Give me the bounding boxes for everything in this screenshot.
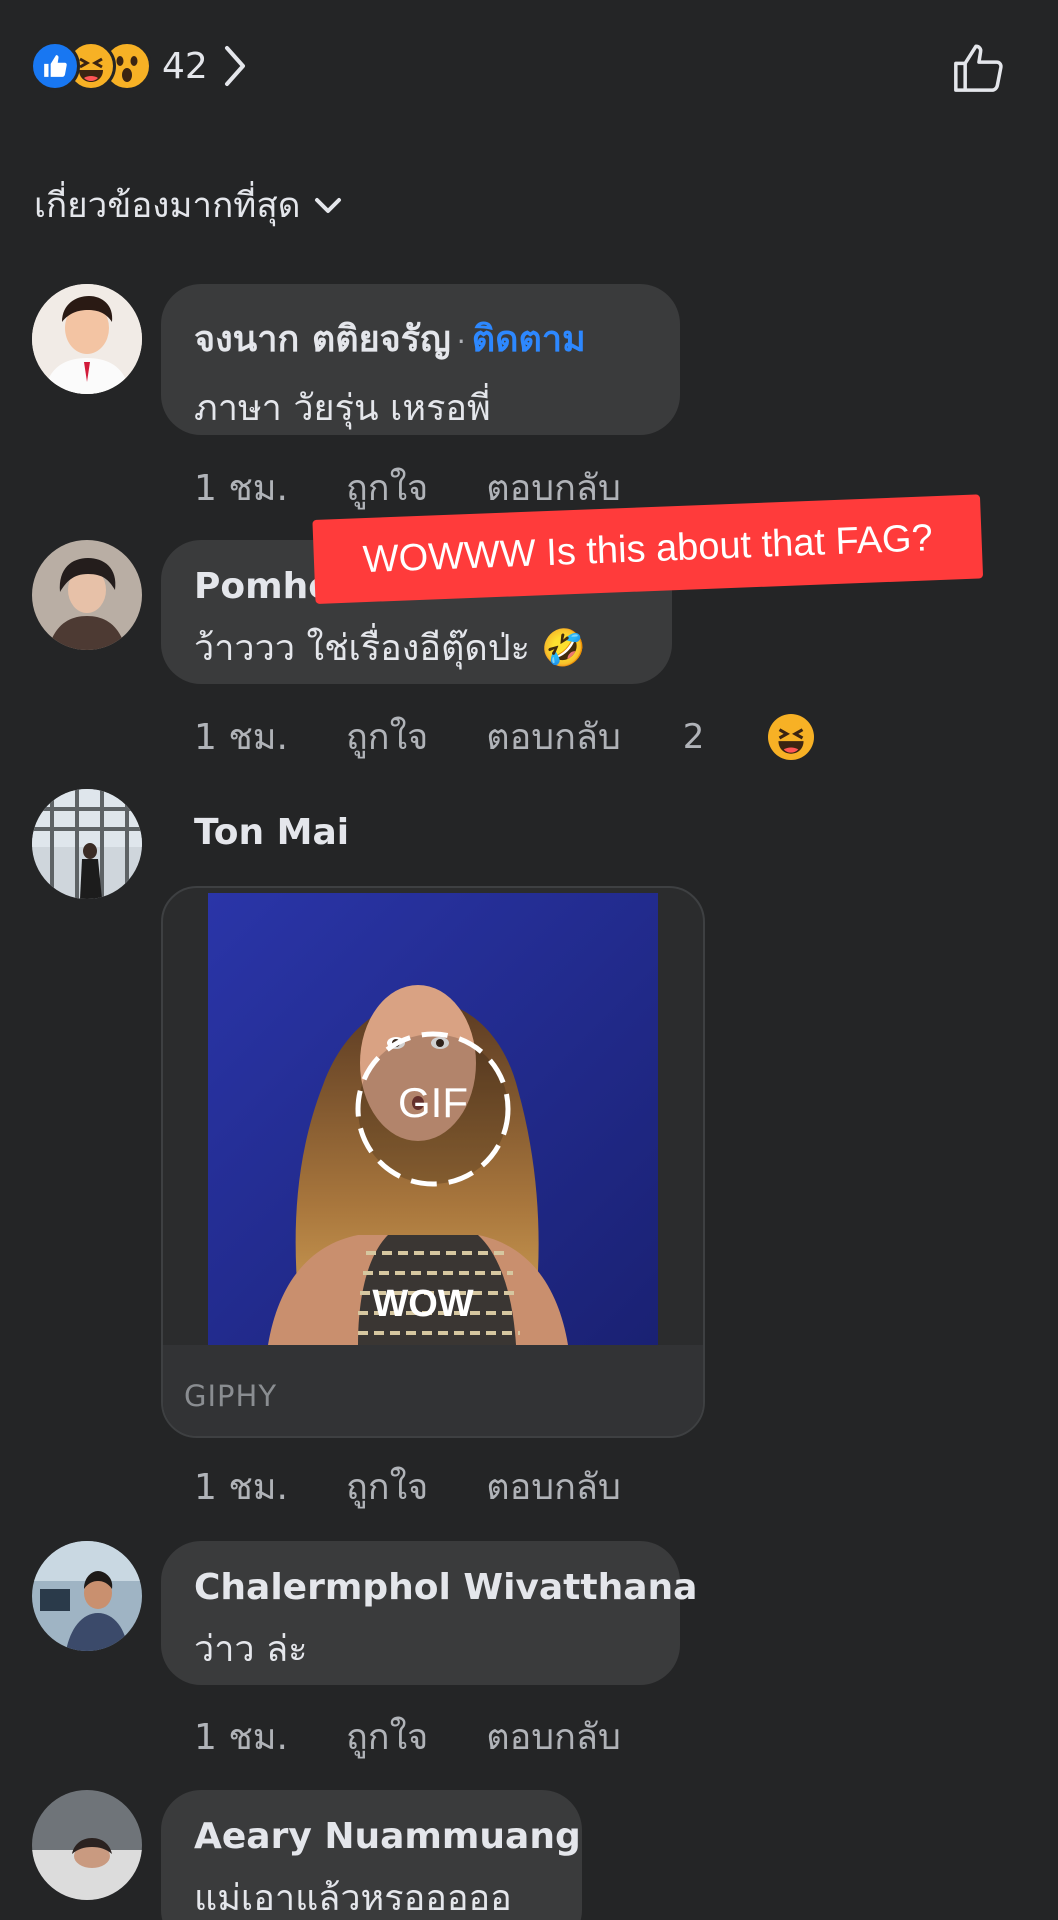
comment-author[interactable]: จงนาก ตติยจรัญ [194, 319, 451, 360]
like-action[interactable]: ถูกใจ [346, 1458, 428, 1515]
overlay-caption-text: WOWWW Is this about that FAG? [362, 516, 934, 581]
follow-link[interactable]: ติดตาม [472, 319, 586, 360]
comment-text: ว้าววว ใช่เรื่องอีตุ๊ดป่ะ 🤣 [194, 628, 587, 669]
comment-author[interactable]: Aeary Nuammuang [194, 1816, 581, 1857]
gif-attachment[interactable]: GIF WOW GIPHY [161, 886, 705, 1438]
reply-action[interactable]: ตอบกลับ [486, 1708, 621, 1765]
avatar[interactable] [32, 1541, 142, 1651]
reaction-count: 42 [162, 45, 208, 87]
avatar[interactable] [32, 284, 142, 394]
reactions-summary[interactable]: 42 [30, 40, 248, 92]
comment-actions: 1 ชม. ถูกใจ ตอบกลับ [194, 1708, 679, 1765]
comment-author[interactable]: Chalermphol Wivatthana [194, 1567, 697, 1608]
reply-action[interactable]: ตอบกลับ [486, 708, 621, 765]
comment-reaction-count: 2 [682, 716, 705, 757]
comment-time[interactable]: 1 ชม. [194, 708, 288, 765]
chevron-right-icon[interactable] [222, 44, 248, 88]
comments-screen: 42 เกี่ยวข้องมากที่สุด จงนาก ตติยจรัญ · ติ… [0, 0, 1058, 1920]
separator-dot: · [456, 325, 466, 358]
like-reaction-icon [30, 41, 80, 91]
comment-author[interactable]: Ton Mai [194, 812, 349, 853]
like-outline-icon[interactable] [950, 40, 1006, 96]
comment-text: แม่เอาแล้วหรอออออ [194, 1878, 512, 1919]
avatar[interactable] [32, 789, 142, 899]
avatar[interactable] [32, 1790, 142, 1900]
comment-reactions[interactable]: 2 [683, 708, 815, 765]
like-action[interactable]: ถูกใจ [346, 459, 428, 516]
reply-action[interactable]: ตอบกลับ [486, 1458, 621, 1515]
gif-footer: GIPHY [163, 1345, 703, 1436]
comment-time[interactable]: 1 ชม. [194, 1458, 288, 1515]
comment-bubble[interactable]: จงนาก ตติยจรัญ · ติดตาม ภาษา วัยรุ่น เหรอพ… [161, 284, 680, 435]
comment-bubble[interactable]: Chalermphol Wivatthana ว่าว ล่ะ [161, 1541, 697, 1685]
comment-text: ว่าว ล่ะ [194, 1629, 308, 1670]
haha-reaction-icon [768, 713, 815, 760]
comment-actions: 1 ชม. ถูกใจ ตอบกลับ [194, 1458, 679, 1515]
gif-caption: WOW [372, 1283, 474, 1325]
comment-time[interactable]: 1 ชม. [194, 459, 288, 516]
like-action[interactable]: ถูกใจ [346, 1708, 428, 1765]
reply-action[interactable]: ตอบกลับ [486, 459, 621, 516]
like-action[interactable]: ถูกใจ [346, 708, 428, 765]
gif-badge: GIF [398, 1079, 468, 1126]
comment-bubble[interactable]: Aeary Nuammuang แม่เอาแล้วหรอออออ [161, 1790, 582, 1920]
comment-actions: 1 ชม. ถูกใจ ตอบกลับ 2 [194, 708, 815, 765]
sort-dropdown[interactable]: เกี่ยวข้องมากที่สุด [34, 178, 342, 233]
gif-image[interactable]: GIF WOW [208, 893, 658, 1345]
comment-actions: 1 ชม. ถูกใจ ตอบกลับ [194, 459, 679, 516]
gif-source: GIPHY [184, 1379, 278, 1413]
comment-text: ภาษา วัยรุ่น เหรอพี่ [194, 388, 491, 429]
sort-label: เกี่ยวข้องมากที่สุด [34, 186, 301, 226]
avatar[interactable] [32, 540, 142, 650]
comment-time[interactable]: 1 ชม. [194, 1708, 288, 1765]
chevron-down-icon [315, 197, 342, 213]
